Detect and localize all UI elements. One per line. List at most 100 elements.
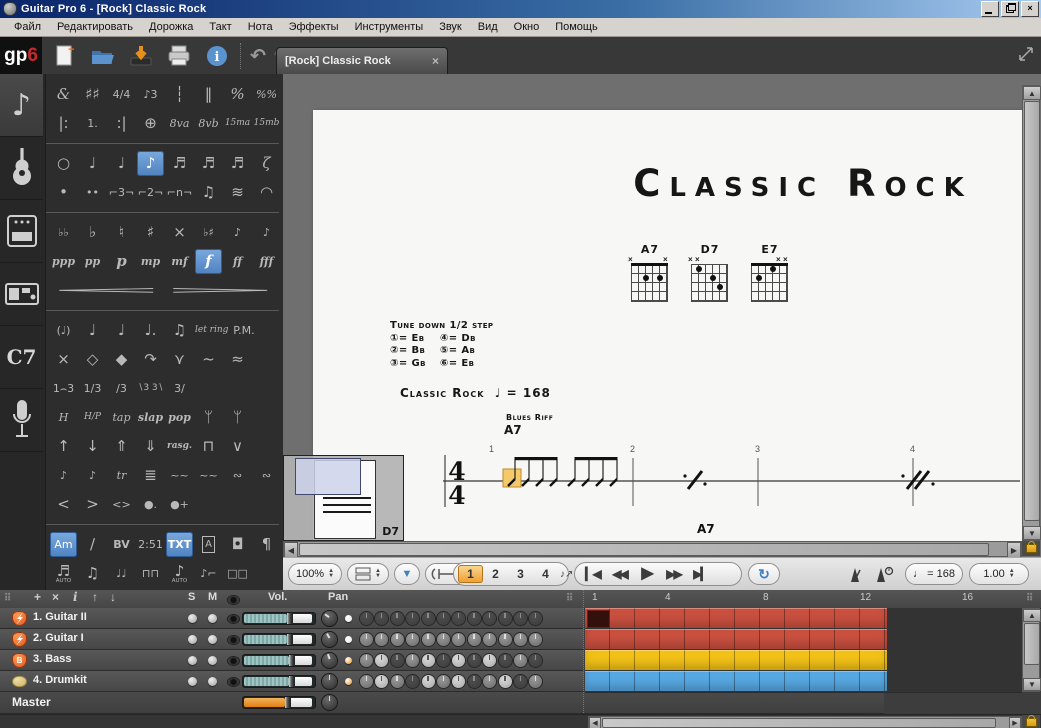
voice-direction-icon[interactable]: ♪⌐ [195, 561, 222, 586]
solo-dot[interactable] [188, 614, 197, 623]
volume-slider[interactable] [243, 676, 315, 687]
vscroll-thumb[interactable] [1024, 101, 1040, 521]
alternate-ending-icon[interactable]: 1. [79, 111, 106, 136]
effect-knob[interactable] [422, 633, 435, 646]
effect-knob[interactable] [391, 633, 404, 646]
slap-icon[interactable]: slap [137, 405, 164, 430]
open-file-icon[interactable] [88, 41, 118, 71]
navigator-viewport[interactable] [295, 458, 361, 495]
timeline-hscrollbar[interactable]: ◀ ▶ [588, 716, 1022, 728]
sharp-icon[interactable]: ♯ [137, 220, 164, 245]
section-text-icon[interactable]: A [195, 532, 222, 557]
effect-knob[interactable] [422, 612, 435, 625]
slash-notation-icon[interactable]: ∕ [79, 532, 106, 557]
automation-eye-icon[interactable] [228, 678, 239, 686]
thirty-second-note-icon[interactable]: ♬ [195, 151, 222, 176]
bend-icon[interactable]: ↷ [137, 347, 164, 372]
scroll-left-icon[interactable]: ◀ [284, 542, 298, 558]
spinner-arrows-icon[interactable]: ▲▼ [1009, 569, 1015, 579]
fast-forward-icon[interactable]: ▶▶ [660, 565, 687, 583]
page-layout-control[interactable]: ▲▼ [347, 563, 389, 585]
hammer-on-icon[interactable]: H [50, 405, 77, 430]
natural-icon[interactable]: ♮ [108, 220, 135, 245]
track-row[interactable]: 4. Drumkit [0, 671, 584, 692]
beam-split-icon[interactable]: ♩♩ [108, 561, 135, 586]
free-time-bar-icon[interactable]: ┆ [166, 82, 193, 107]
palm-mute-icon[interactable]: P.M. [230, 318, 257, 343]
score-hscrollbar[interactable]: ◀ ▶ [283, 541, 1022, 557]
track-led[interactable] [345, 678, 352, 685]
effect-knob[interactable] [483, 654, 496, 667]
effect-knob[interactable] [483, 675, 496, 688]
whole-note-icon[interactable]: ○ [50, 151, 77, 176]
effect-knob[interactable] [468, 612, 481, 625]
scroll-lock-icon[interactable] [1022, 541, 1040, 556]
slide-in-above-icon[interactable]: ∖3 3∖ [137, 376, 164, 401]
close-button[interactable]: × [1021, 1, 1039, 17]
inverted-turn-icon[interactable]: ∾ [253, 463, 280, 488]
artificial-harmonic-icon[interactable]: ◆ [108, 347, 135, 372]
ottava-8vb-icon[interactable]: 8vb [195, 111, 222, 136]
page-button-3[interactable]: 3 [508, 565, 533, 583]
move-track-up-button[interactable]: ↑ [92, 590, 98, 604]
track-lane-blocks[interactable] [585, 608, 887, 628]
rack-effects-button[interactable] [0, 263, 43, 326]
menu-item[interactable]: Дорожка [141, 19, 201, 35]
page-button-4[interactable]: 4 [533, 565, 558, 583]
timeline-lock-icon[interactable] [1022, 715, 1040, 728]
sixteenth-note-icon[interactable]: ♬ [166, 151, 193, 176]
pan-knob[interactable] [322, 632, 337, 647]
restore-button[interactable] [1001, 1, 1019, 17]
dynamic-p-icon[interactable]: p [108, 249, 135, 274]
hscroll-thumb[interactable] [299, 543, 989, 556]
effect-knob[interactable] [360, 612, 373, 625]
info-icon[interactable]: i [202, 41, 232, 71]
decrescendo-icon[interactable]: > [164, 278, 276, 303]
track-lane[interactable] [585, 608, 1022, 630]
effect-knob[interactable] [375, 612, 388, 625]
track-led[interactable] [345, 636, 352, 643]
brush-down-icon[interactable]: ↓ [79, 434, 106, 459]
dynamic-fff-icon[interactable]: fff [253, 249, 280, 274]
microphone-button[interactable] [0, 389, 43, 452]
text-tool-icon[interactable]: TXT [166, 532, 193, 557]
effect-knob[interactable] [499, 612, 512, 625]
repeat-open-icon[interactable]: |: [50, 111, 77, 136]
double-sharp-icon[interactable]: × [166, 220, 193, 245]
print-icon[interactable] [164, 41, 194, 71]
effect-knob[interactable] [406, 612, 419, 625]
coda-icon[interactable]: ⊕ [137, 111, 164, 136]
trill-icon[interactable]: tr [108, 463, 135, 488]
rewind-icon[interactable]: ◀◀ [606, 565, 633, 583]
slide-in-below-icon[interactable]: ∕3 [108, 376, 135, 401]
effect-knob[interactable] [483, 612, 496, 625]
shift-slide-icon[interactable]: 1∕3 [79, 376, 106, 401]
volume-slider[interactable] [243, 634, 315, 645]
effect-knob[interactable] [375, 675, 388, 688]
legato-slide-icon[interactable]: 1⌢3 [50, 376, 77, 401]
scroll-left-icon[interactable]: ◀ [589, 717, 601, 728]
tap-icon[interactable]: tap [108, 405, 135, 430]
effect-knob[interactable] [452, 654, 465, 667]
track-lane[interactable] [585, 650, 1022, 672]
grace-note-2-icon[interactable]: ♪ [79, 463, 106, 488]
automation-eye-icon[interactable] [228, 596, 239, 604]
effect-knob[interactable] [514, 612, 527, 625]
brush-up-icon[interactable]: ↑ [50, 434, 77, 459]
effect-knob[interactable] [422, 675, 435, 688]
scroll-up-icon[interactable]: ▲ [1023, 86, 1041, 100]
n-tuplet-icon[interactable]: ⌐n¬ [166, 180, 193, 205]
effect-knob[interactable] [360, 675, 373, 688]
multipage-icon[interactable]: ♪↗ [560, 569, 573, 580]
scroll-down-icon[interactable]: ▼ [1023, 526, 1041, 540]
volume-slider[interactable] [243, 655, 315, 666]
document-navigator[interactable]: D7 [283, 455, 404, 541]
effect-knob[interactable] [437, 654, 450, 667]
double-flat-icon[interactable]: ♭♭ [50, 220, 77, 245]
turn-icon[interactable]: ∾ [224, 463, 251, 488]
duplet-icon[interactable]: ⌐2¬ [137, 180, 164, 205]
effect-knob[interactable] [391, 654, 404, 667]
track-lane[interactable] [585, 671, 1022, 693]
slide-out-icon[interactable]: 3∕ [166, 376, 193, 401]
save-file-icon[interactable] [126, 41, 156, 71]
